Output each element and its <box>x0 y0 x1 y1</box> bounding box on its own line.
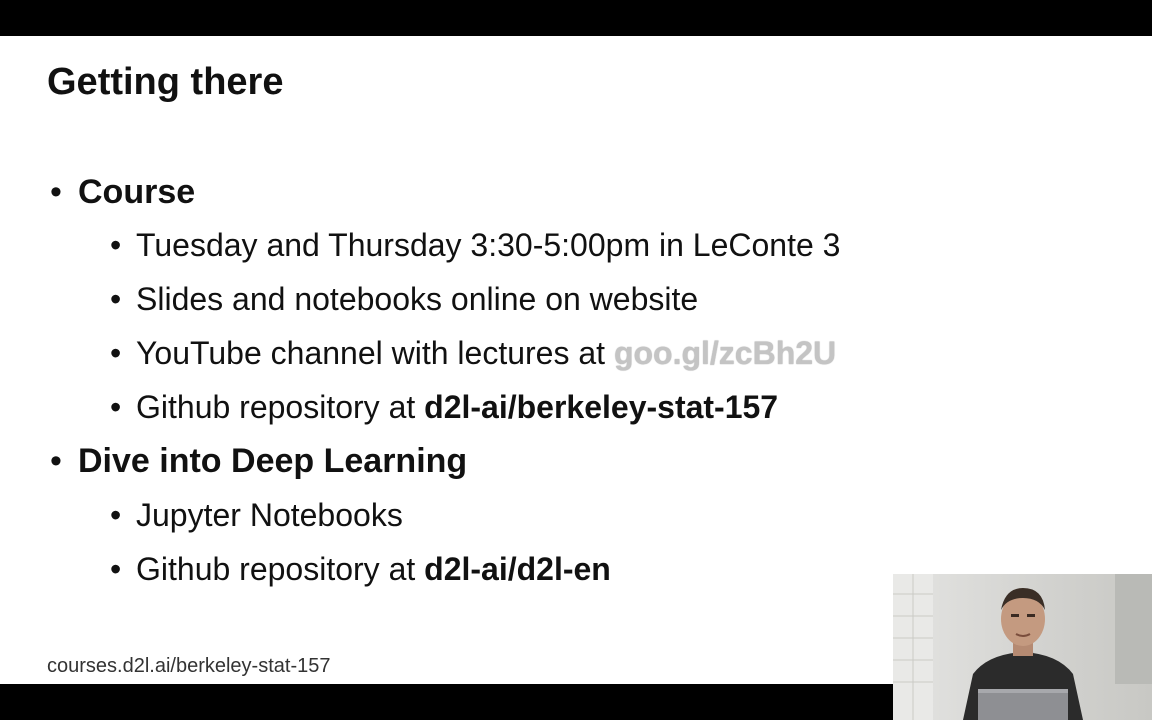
bullet-icon: • <box>110 335 122 371</box>
bullet-course: • Course <box>50 172 195 212</box>
bullet-heading: Course <box>78 173 196 211</box>
repo-name: d2l-ai/berkeley-stat-157 <box>424 389 779 425</box>
sub-bullet-github-d2l: • Github repository at d2l-ai/d2l-en <box>110 549 611 589</box>
video-frame: Getting there • Course • Tuesday and Thurs… <box>0 0 1152 720</box>
bullet-text: Jupyter Notebooks <box>136 497 403 533</box>
bullet-icon: • <box>110 227 122 263</box>
sub-bullet-github-course: • Github repository at d2l-ai/berkeley-st… <box>110 387 778 427</box>
bullet-text: Github repository at <box>136 551 425 587</box>
bullet-d2l: • Dive into Deep Learning <box>50 441 467 481</box>
bullet-icon: • <box>110 497 122 533</box>
sub-bullet-schedule: • Tuesday and Thursday 3:30-5:00pm in LeC… <box>110 225 840 265</box>
bullet-heading: Dive into Deep Learning <box>78 442 468 480</box>
repo-name: d2l-ai/d2l-en <box>424 551 611 587</box>
bullet-text: Github repository at <box>136 389 425 425</box>
bullet-icon: • <box>50 442 62 480</box>
bullet-text: Tuesday and Thursday 3:30-5:00pm in LeCo… <box>136 227 841 263</box>
sub-bullet-youtube: • YouTube channel with lectures at goo.gl… <box>110 333 836 373</box>
bullet-icon: • <box>50 173 62 211</box>
sub-bullet-jupyter: • Jupyter Notebooks <box>110 495 403 535</box>
bullet-icon: • <box>110 281 122 317</box>
bullet-icon: • <box>110 389 122 425</box>
footer-url: courses.d2l.ai/berkeley-stat-157 <box>47 655 331 677</box>
bullet-text: Slides and notebooks online on website <box>136 281 699 317</box>
bullet-text: YouTube channel with lectures at <box>136 335 614 371</box>
bullet-icon: • <box>110 551 122 587</box>
webcam-image <box>893 574 1152 720</box>
youtube-link[interactable]: goo.gl/zcBh2U <box>614 335 836 371</box>
sub-bullet-slides: • Slides and notebooks online on website <box>110 279 698 319</box>
presenter-webcam-icon <box>893 574 1152 720</box>
slide-title: Getting there <box>47 61 284 103</box>
